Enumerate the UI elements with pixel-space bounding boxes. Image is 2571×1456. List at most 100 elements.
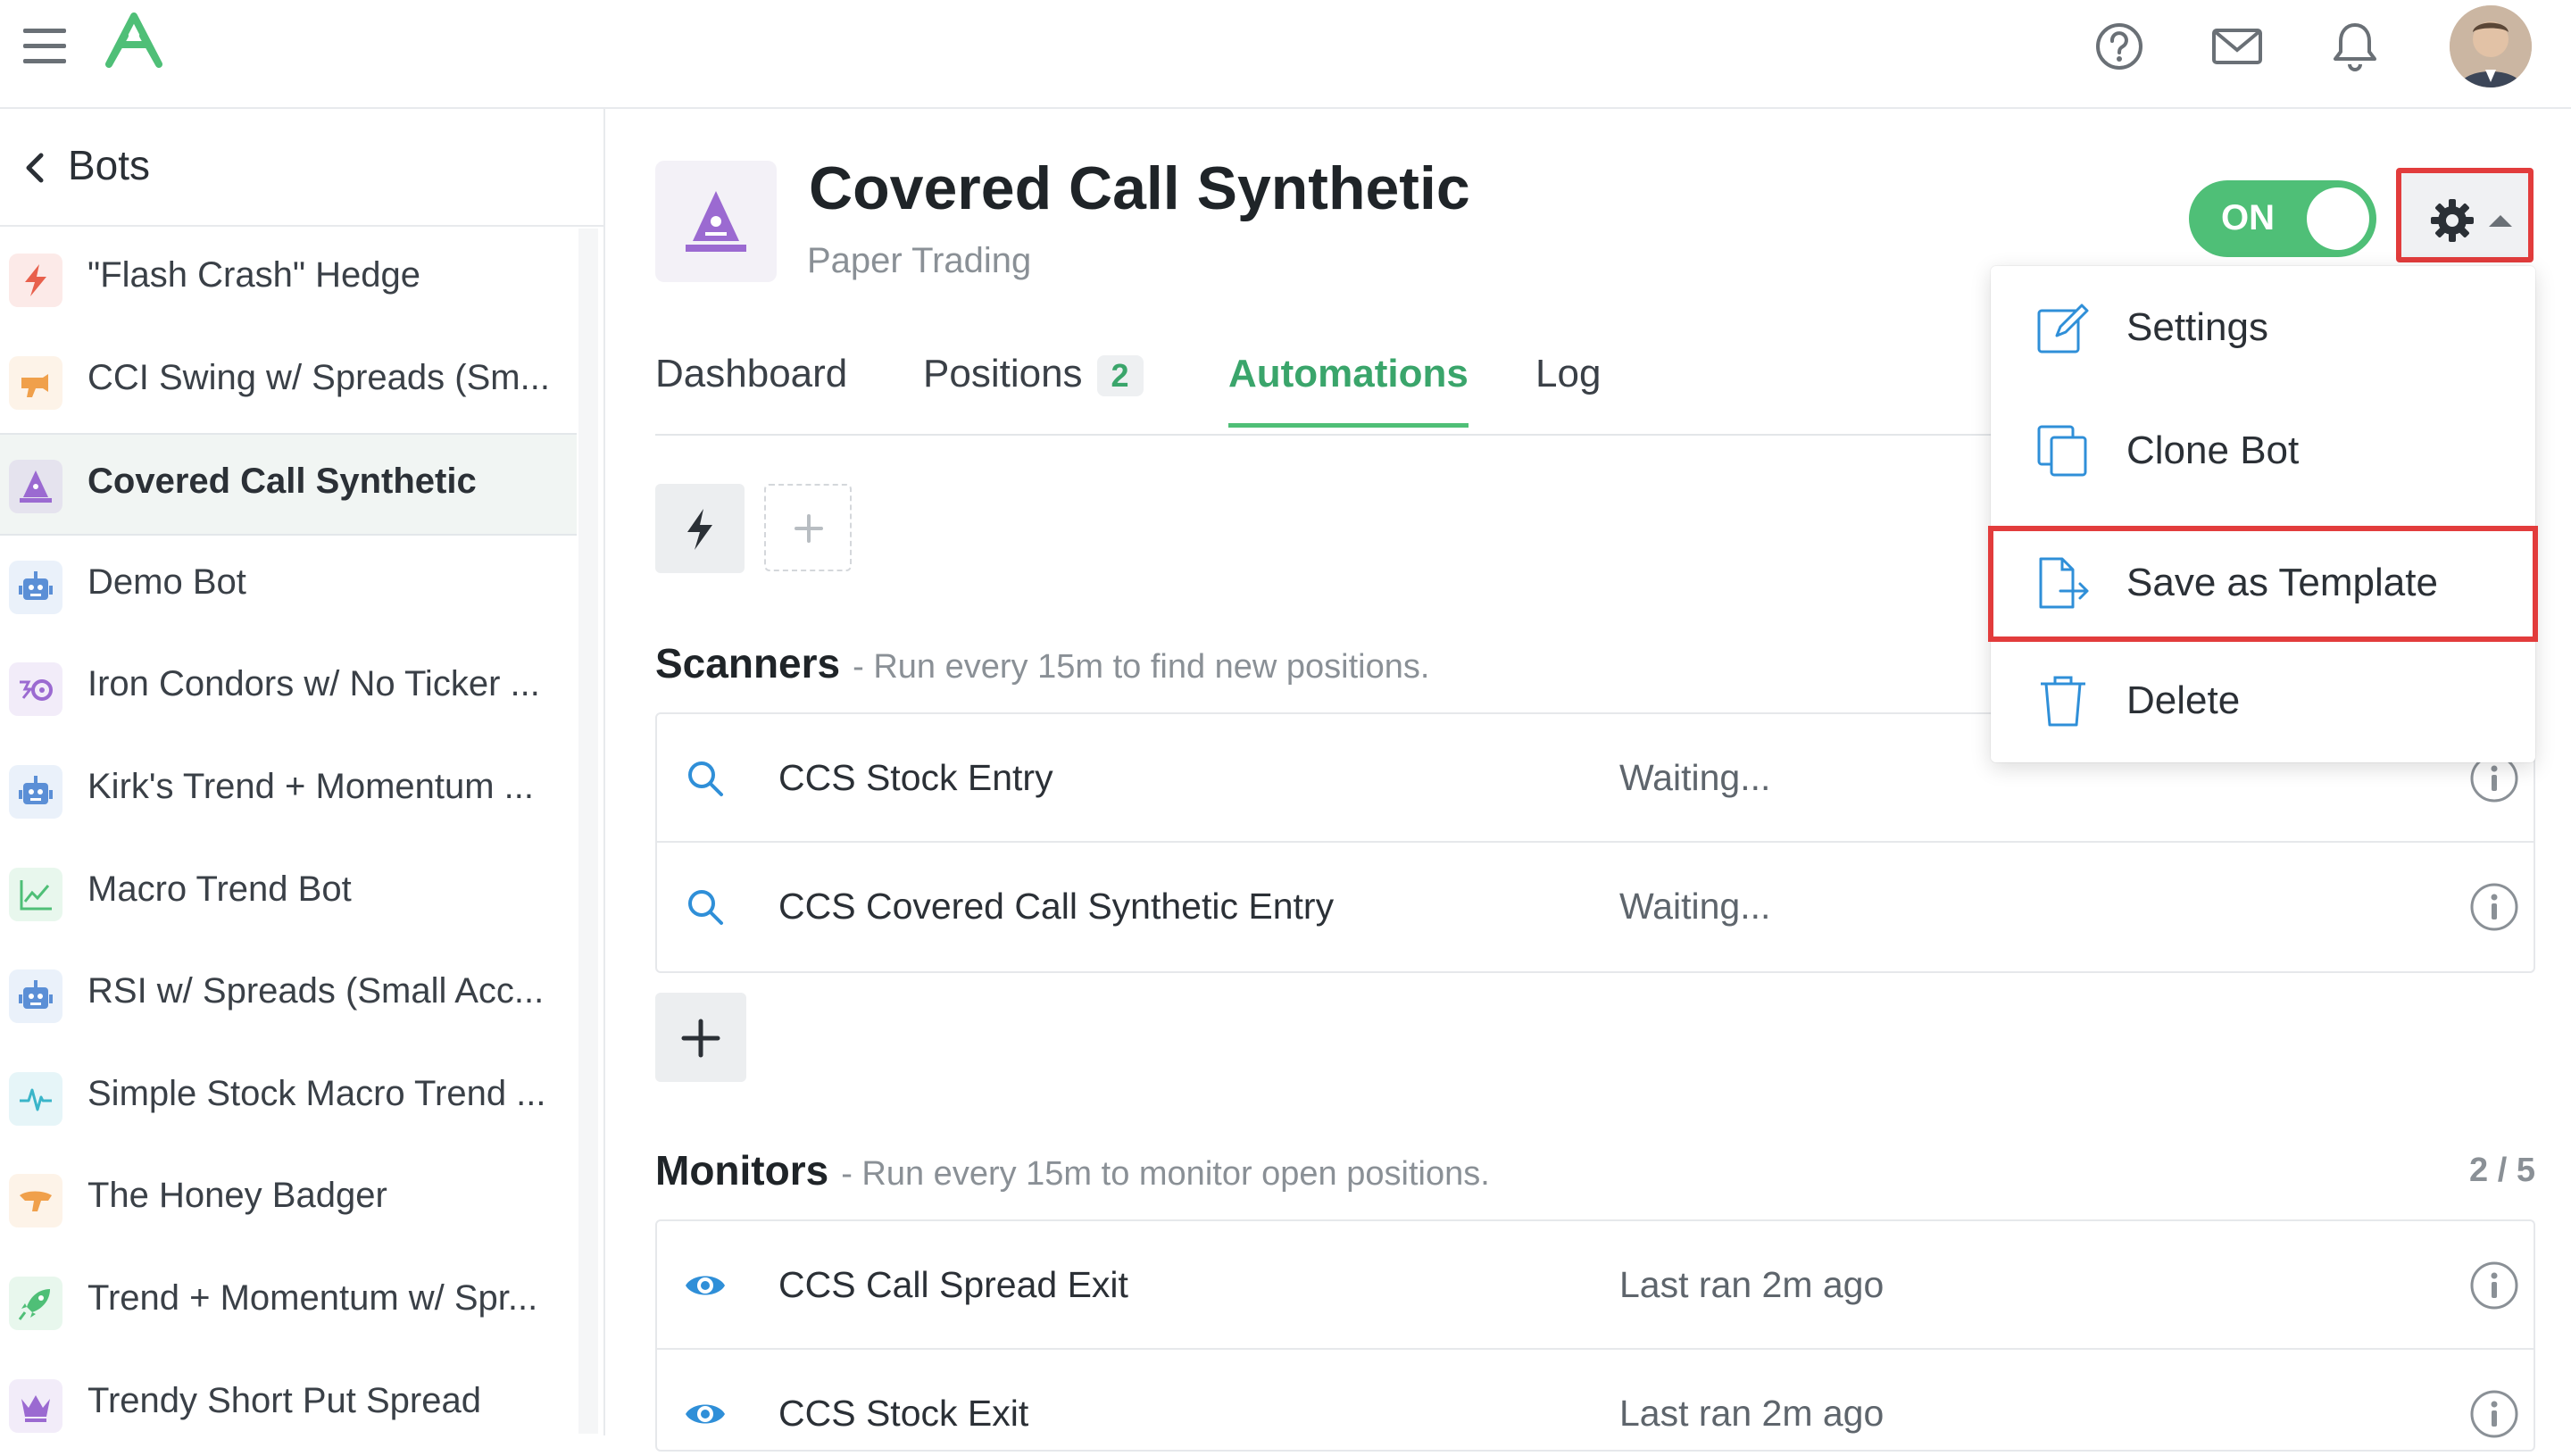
scanners-title: Scanners bbox=[655, 640, 841, 686]
robot-icon bbox=[9, 969, 62, 1024]
file-export-icon bbox=[2039, 557, 2089, 609]
add-trigger-button[interactable] bbox=[764, 484, 852, 571]
sidebar-bot-item[interactable]: Simple Stock Macro Trend ... bbox=[0, 1047, 577, 1150]
eye-icon bbox=[684, 1393, 727, 1435]
sidebar-bot-label: RSI w/ Spreads (Small Acc... bbox=[87, 971, 545, 1011]
robot-icon bbox=[9, 764, 62, 819]
search-icon bbox=[684, 757, 727, 800]
tab-label: Positions bbox=[923, 352, 1083, 395]
sidebar-bot-item[interactable]: Trendy Short Put Spread bbox=[0, 1354, 577, 1456]
info-icon[interactable] bbox=[2469, 882, 2519, 932]
top-bar bbox=[0, 0, 2571, 109]
sidebar-bot-label: Kirk's Trend + Momentum ... bbox=[87, 766, 535, 806]
menu-icon[interactable] bbox=[21, 25, 70, 68]
back-to-bots[interactable]: Bots bbox=[0, 109, 603, 227]
sidebar-bot-item[interactable]: CCI Swing w/ Spreads (Sm... bbox=[0, 331, 577, 434]
back-label: Bots bbox=[68, 142, 151, 188]
sidebar-bot-item[interactable]: Demo Bot bbox=[0, 536, 577, 638]
sidebar-bot-label: Iron Condors w/ No Ticker ... bbox=[87, 664, 540, 704]
sidebar-bot-label: Macro Trend Bot bbox=[87, 869, 352, 909]
edit-icon bbox=[2037, 304, 2089, 354]
sidebar-bot-item[interactable]: RSI w/ Spreads (Small Acc... bbox=[0, 944, 577, 1047]
mail-icon[interactable] bbox=[2210, 20, 2264, 73]
caret-up-icon bbox=[2489, 215, 2512, 227]
badger-icon bbox=[9, 1174, 62, 1228]
monitors-heading: Monitors - Run every 15m to monitor open … bbox=[655, 1146, 2535, 1194]
sidebar-bot-label: "Flash Crash" Hedge bbox=[87, 255, 421, 295]
gear-icon bbox=[2431, 199, 2474, 242]
sidebar-bot-label: Trend + Momentum w/ Spr... bbox=[87, 1277, 538, 1318]
menu-item-settings[interactable]: Settings bbox=[1991, 266, 2535, 389]
monitors-title: Monitors bbox=[655, 1147, 829, 1194]
tab-label: Log bbox=[1535, 352, 1602, 395]
info-icon[interactable] bbox=[2469, 1260, 2519, 1310]
settings-dropdown-menu: Settings Clone Bot Save as Template Dele… bbox=[1988, 266, 2538, 762]
bolt-icon bbox=[9, 254, 62, 307]
automation-name: CCS Call Spread Exit bbox=[778, 1264, 1128, 1305]
help-icon[interactable] bbox=[2093, 20, 2146, 73]
tab-bar: Dashboard Positions 2 Automations Log bbox=[655, 339, 1994, 436]
positions-count-badge: 2 bbox=[1096, 355, 1144, 396]
sidebar-bot-item[interactable]: Trend + Momentum w/ Spr... bbox=[0, 1252, 577, 1354]
scanner-row[interactable]: CCS Covered Call Synthetic Entry Waiting.… bbox=[657, 843, 2534, 971]
monitor-row[interactable]: CCS Call Spread Exit Last ran 2m ago bbox=[657, 1221, 2534, 1350]
sidebar-bot-item[interactable]: Iron Condors w/ No Ticker ... bbox=[0, 637, 577, 740]
automation-name: CCS Stock Exit bbox=[778, 1393, 1029, 1434]
sidebar-bot-label: CCI Swing w/ Spreads (Sm... bbox=[87, 357, 550, 397]
eye-icon bbox=[684, 1264, 727, 1307]
scanners-description: - Run every 15m to find new positions. bbox=[853, 648, 1430, 686]
tab-log[interactable]: Log bbox=[1535, 352, 1601, 423]
sidebar-bot-item[interactable]: Kirk's Trend + Momentum ... bbox=[0, 740, 577, 843]
menu-item-clone-bot[interactable]: Clone Bot bbox=[1991, 389, 2535, 512]
tab-label: Dashboard bbox=[655, 352, 848, 395]
sidebar-bot-label: Simple Stock Macro Trend ... bbox=[87, 1073, 546, 1113]
menu-label: Clone Bot bbox=[2126, 428, 2300, 472]
chart-icon bbox=[9, 867, 62, 921]
sidebar-bot-label: Trendy Short Put Spread bbox=[87, 1380, 481, 1420]
monitor-row[interactable]: CCS Stock Exit Last ran 2m ago bbox=[657, 1350, 2534, 1450]
sidebar-scrollbar[interactable] bbox=[578, 229, 598, 1434]
automation-status: Last ran 2m ago bbox=[1619, 1264, 1885, 1305]
info-icon[interactable] bbox=[2469, 1389, 2519, 1439]
avatar[interactable] bbox=[2450, 5, 2532, 87]
plus-icon bbox=[795, 514, 823, 543]
automation-status: Last ran 2m ago bbox=[1619, 1393, 1885, 1434]
triggers-button[interactable] bbox=[655, 484, 745, 573]
menu-item-delete[interactable]: Delete bbox=[1991, 639, 2535, 762]
settings-menu-button[interactable] bbox=[2396, 168, 2534, 262]
trash-icon bbox=[2041, 676, 2085, 727]
page-title: Covered Call Synthetic bbox=[809, 154, 1470, 222]
chevron-left-icon bbox=[26, 153, 44, 183]
automation-status: Waiting... bbox=[1619, 886, 1771, 927]
sidebar-bot-item[interactable]: The Honey Badger bbox=[0, 1149, 577, 1252]
bot-list: "Flash Crash" Hedge CCI Swing w/ Spreads … bbox=[0, 229, 577, 1456]
sidebar-bot-item[interactable]: "Flash Crash" Hedge bbox=[0, 229, 577, 331]
menu-item-save-as-template[interactable]: Save as Template bbox=[1988, 526, 2538, 642]
wizard-icon bbox=[9, 460, 62, 514]
monitors-count: 2 / 5 bbox=[2469, 1152, 2535, 1189]
page-subtitle: Paper Trading bbox=[807, 241, 1032, 280]
tab-dashboard[interactable]: Dashboard bbox=[655, 352, 847, 423]
wizard-icon bbox=[686, 191, 746, 252]
bot-on-toggle[interactable]: ON bbox=[2189, 180, 2376, 257]
tab-positions[interactable]: Positions 2 bbox=[923, 352, 1144, 423]
monitors-description: - Run every 15m to monitor open position… bbox=[841, 1155, 1490, 1193]
bot-avatar bbox=[655, 161, 777, 282]
logo-icon[interactable] bbox=[98, 11, 170, 73]
sidebar-bot-label: Covered Call Synthetic bbox=[87, 462, 477, 502]
raygun-icon bbox=[9, 355, 62, 410]
add-scanner-button[interactable] bbox=[655, 993, 746, 1082]
automation-status: Waiting... bbox=[1619, 757, 1771, 798]
sidebar-bot-item[interactable]: Covered Call Synthetic bbox=[0, 433, 577, 536]
search-icon bbox=[684, 886, 727, 928]
sidebar-bot-item[interactable]: Macro Trend Bot bbox=[0, 843, 577, 945]
automation-name: CCS Covered Call Synthetic Entry bbox=[778, 886, 1335, 927]
rocket-icon bbox=[9, 1276, 62, 1330]
bell-icon[interactable] bbox=[2328, 20, 2382, 73]
tab-label: Automations bbox=[1228, 352, 1469, 395]
toggle-knob bbox=[2307, 187, 2369, 250]
automation-name: CCS Stock Entry bbox=[778, 757, 1053, 798]
sidebar-bot-label: The Honey Badger bbox=[87, 1176, 387, 1216]
sidebar-bot-label: Demo Bot bbox=[87, 562, 246, 602]
tab-automations[interactable]: Automations bbox=[1228, 352, 1469, 428]
